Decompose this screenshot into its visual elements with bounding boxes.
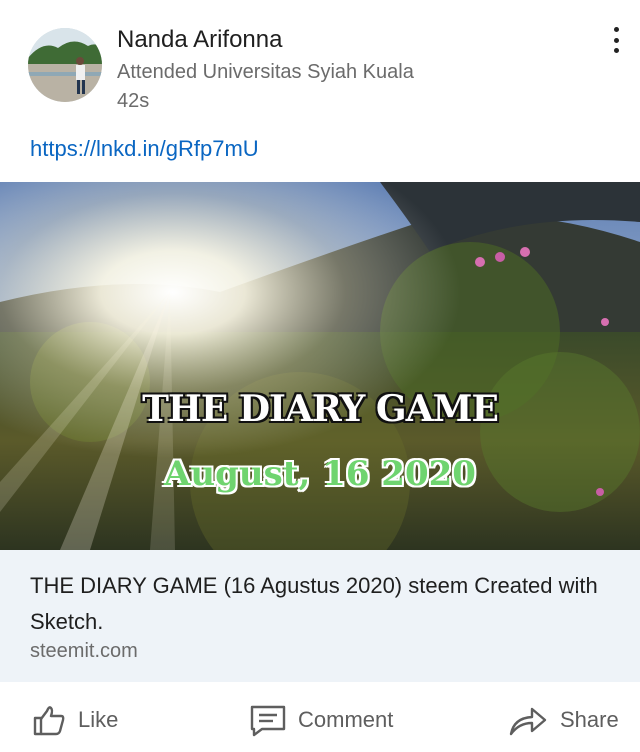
link-preview-card[interactable]: THE DIARY GAME (16 Agustus 2020) steem C… (0, 550, 640, 682)
share-button[interactable]: Share (508, 700, 619, 740)
share-label: Share (560, 707, 619, 732)
more-vertical-icon[interactable] (604, 22, 628, 58)
thumbs-up-icon (33, 706, 65, 736)
post-action-bar: Like Comment Share (0, 682, 640, 752)
link-preview-domain: steemit.com (30, 640, 138, 662)
post-image[interactable]: THE DIARY GAME August, 16 2020 (0, 182, 640, 550)
link-preview-title: THE DIARY GAME (16 Agustus 2020) steem C… (30, 573, 598, 634)
comment-label: Comment (298, 707, 394, 732)
image-title-text: THE DIARY GAME (142, 388, 499, 430)
comment-icon (250, 705, 286, 737)
post-link[interactable]: https://lnkd.in/gRfp7mU (30, 136, 259, 162)
author-name[interactable]: Nanda Arifonna (117, 26, 282, 54)
image-date-text: August, 16 2020 (164, 454, 476, 494)
like-button[interactable]: Like (32, 700, 118, 740)
post-timestamp: 42s (117, 90, 150, 112)
author-headline: Attended Universitas Syiah Kuala (117, 61, 414, 83)
like-label: Like (78, 707, 119, 732)
comment-button[interactable]: Comment (250, 700, 393, 740)
author-avatar[interactable] (28, 28, 102, 102)
post-header: Nanda Arifonna Attended Universitas Syia… (0, 0, 640, 130)
share-arrow-icon (509, 707, 547, 736)
